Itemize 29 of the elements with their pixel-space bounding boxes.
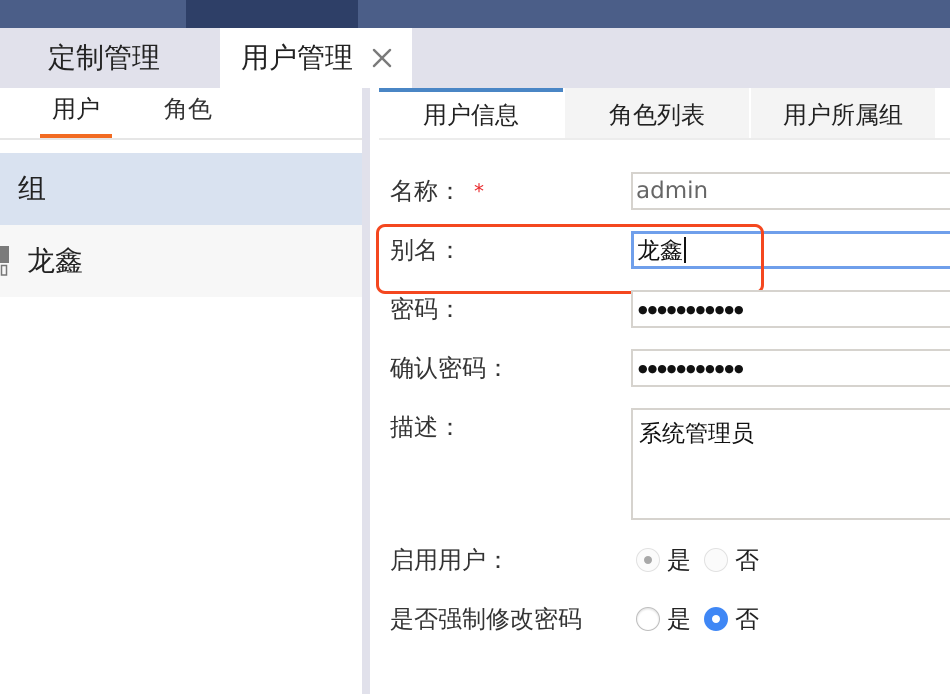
page-tab[interactable]: 定制管理 [27,28,181,88]
radio-button[interactable] [704,607,728,631]
field-label: 确认密码： [390,353,510,384]
close-icon[interactable] [372,48,392,68]
tree-item[interactable]: 组 [0,153,362,225]
field-label: 名称： [390,176,462,207]
radio-label: 否 [735,545,759,576]
field-label: 描述： [390,412,462,443]
sidebar-tab[interactable]: 用户 [40,88,112,138]
text-cursor-icon [684,237,686,263]
required-mark: * [474,179,484,203]
radio-label: 否 [735,604,759,635]
sidebar-tab[interactable]: 角色 [152,88,224,138]
detail-tab[interactable]: 角色列表 [565,88,749,138]
password-field[interactable]: ●●●●●●●●●●● [631,349,950,387]
field-label: 别名： [390,235,462,266]
radio-label: 是 [667,604,691,635]
option-label: 启用用户： [390,545,510,576]
radio-button[interactable] [636,607,660,631]
field-label: 密码： [390,294,462,325]
tree-node-icon [0,246,9,276]
page-tab[interactable]: 用户管理 [220,28,412,88]
detail-tab[interactable]: 用户所属组 [751,88,935,138]
password-field[interactable]: ●●●●●●●●●●● [631,290,950,328]
tree-item[interactable]: 龙鑫 [0,225,362,297]
radio-label: 是 [667,545,691,576]
option-label: 是否强制修改密码 [390,604,582,635]
text-area-field[interactable]: 系统管理员 [631,408,950,520]
text-input-field[interactable]: 龙鑫 [631,231,950,269]
